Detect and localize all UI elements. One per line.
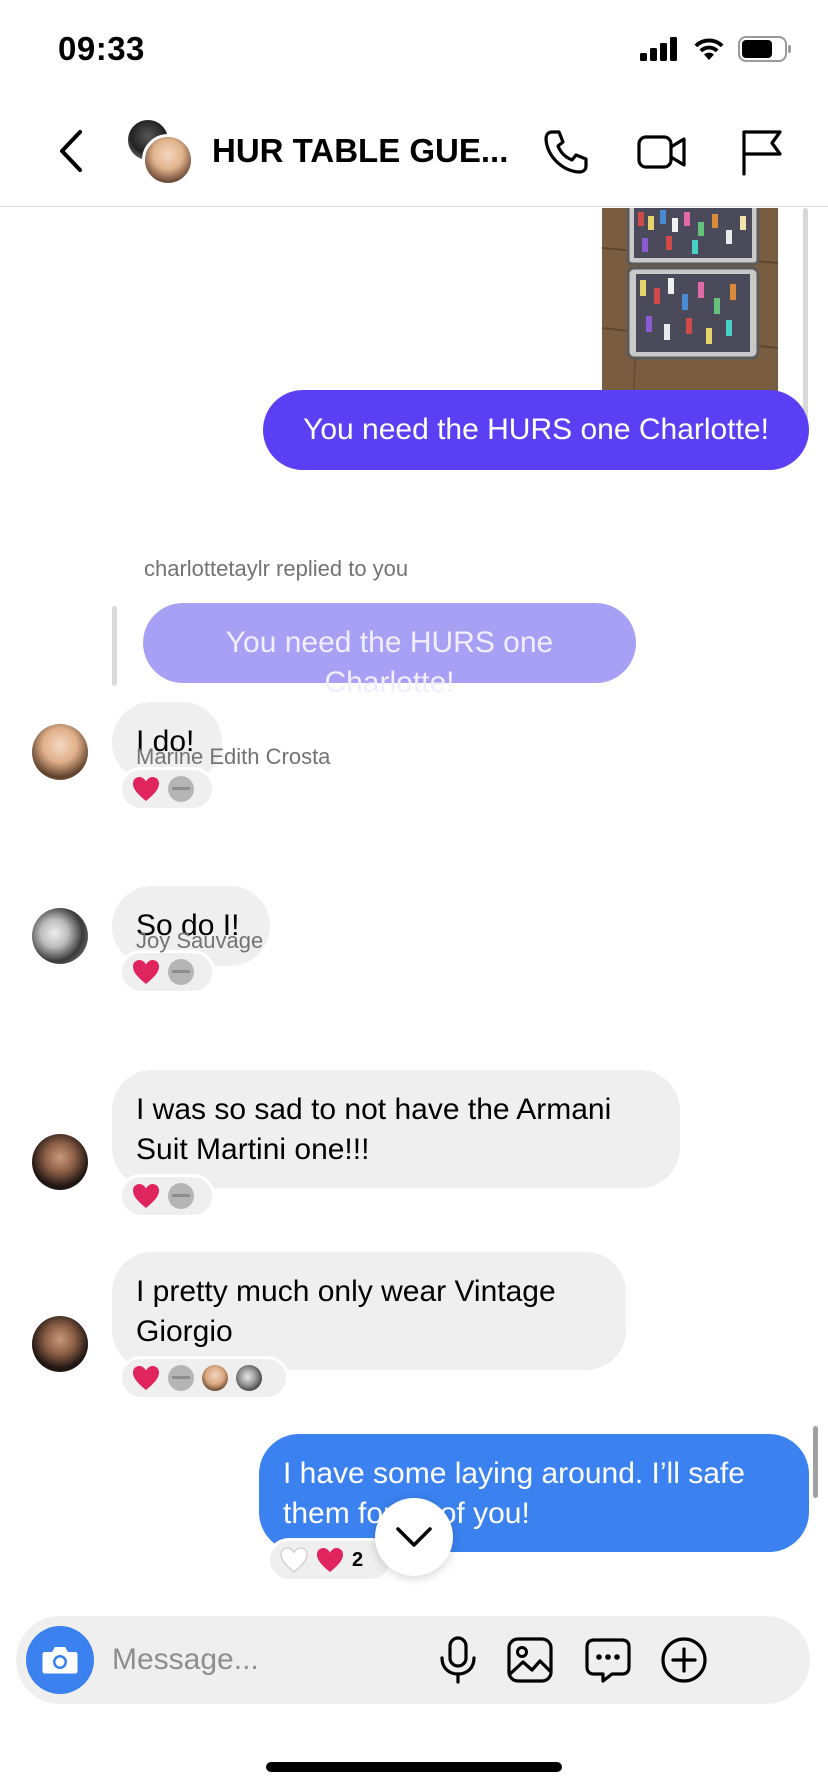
- chat-title[interactable]: HUR TABLE GUE...: [212, 132, 512, 170]
- scroll-track-top: [803, 208, 808, 428]
- marine-avatar[interactable]: [32, 908, 88, 964]
- reactions-bar[interactable]: 2: [267, 1538, 393, 1582]
- reactor-avatar: [168, 959, 194, 985]
- chat-header: HUR TABLE GUE...: [0, 100, 828, 207]
- phone-icon[interactable]: [540, 126, 592, 178]
- camera-button[interactable]: [26, 1626, 94, 1694]
- chevron-down-icon: [396, 1527, 432, 1547]
- incoming-message[interactable]: I pretty much only wear Vintage Giorgio: [112, 1252, 626, 1370]
- reactor-avatar: [168, 1183, 194, 1209]
- microphone-icon[interactable]: [432, 1634, 484, 1686]
- quoted-message[interactable]: You need the HURS one Charlotte!: [143, 603, 636, 699]
- flag-icon[interactable]: [736, 126, 788, 178]
- gallery-icon[interactable]: [504, 1634, 556, 1686]
- reactions-bar[interactable]: [119, 950, 215, 994]
- outgoing-message[interactable]: You need the HURS one Charlotte!: [263, 390, 809, 470]
- reaction-count: 2: [352, 1548, 364, 1571]
- message-thread[interactable]: You need the HURS one Charlotte! charlot…: [0, 208, 828, 1608]
- add-icon[interactable]: [658, 1634, 710, 1686]
- reactions-bar[interactable]: [119, 1174, 215, 1218]
- joy-avatar[interactable]: [32, 1316, 88, 1372]
- status-icons: [640, 36, 792, 62]
- sender-name: Joy Sauvage: [136, 928, 264, 953]
- video-camera-icon[interactable]: [636, 126, 688, 178]
- charlottetaylr-avatar[interactable]: [32, 724, 88, 780]
- heart-reaction-icon: [133, 1366, 159, 1390]
- reply-context-label: charlottetaylr replied to you: [144, 556, 409, 581]
- cellular-signal-icon: [640, 37, 677, 61]
- heart-reaction-icon: [133, 1184, 159, 1208]
- message-composer: [16, 1616, 810, 1704]
- reactor-avatar: [168, 776, 194, 802]
- white-heart-reaction-icon: [280, 1547, 308, 1573]
- scroll-to-bottom-button[interactable]: [375, 1498, 453, 1576]
- home-indicator: [266, 1762, 562, 1772]
- heart-reaction-icon: [317, 1548, 343, 1572]
- sender-name: Marine Edith Crosta: [136, 744, 331, 769]
- reactions-bar[interactable]: [119, 1356, 289, 1400]
- incoming-message[interactable]: I was so sad to not have the Armani Suit…: [112, 1070, 680, 1188]
- outgoing-message[interactable]: I have some laying around. I’ll safe the…: [259, 1434, 809, 1552]
- sticker-chat-icon[interactable]: [582, 1634, 634, 1686]
- reactions-bar[interactable]: [119, 767, 215, 811]
- group-avatar[interactable]: [126, 118, 194, 186]
- heart-reaction-icon: [133, 960, 159, 984]
- reactor-avatar: [202, 1365, 228, 1391]
- quote-bar: [112, 606, 117, 686]
- joy-avatar[interactable]: [32, 1134, 88, 1190]
- status-time: 09:33: [58, 30, 145, 67]
- camera-icon: [42, 1647, 78, 1674]
- status-bar: 09:33: [0, 0, 828, 100]
- scrollbar-thumb[interactable]: [813, 1426, 818, 1498]
- heart-reaction-icon: [133, 777, 159, 801]
- battery-icon: [738, 36, 791, 62]
- group-member-avatar: [142, 134, 194, 186]
- wifi-icon: [694, 38, 724, 60]
- back-chevron-icon[interactable]: [52, 126, 88, 176]
- reactor-avatar: [168, 1365, 194, 1391]
- reactor-avatar: [236, 1365, 262, 1391]
